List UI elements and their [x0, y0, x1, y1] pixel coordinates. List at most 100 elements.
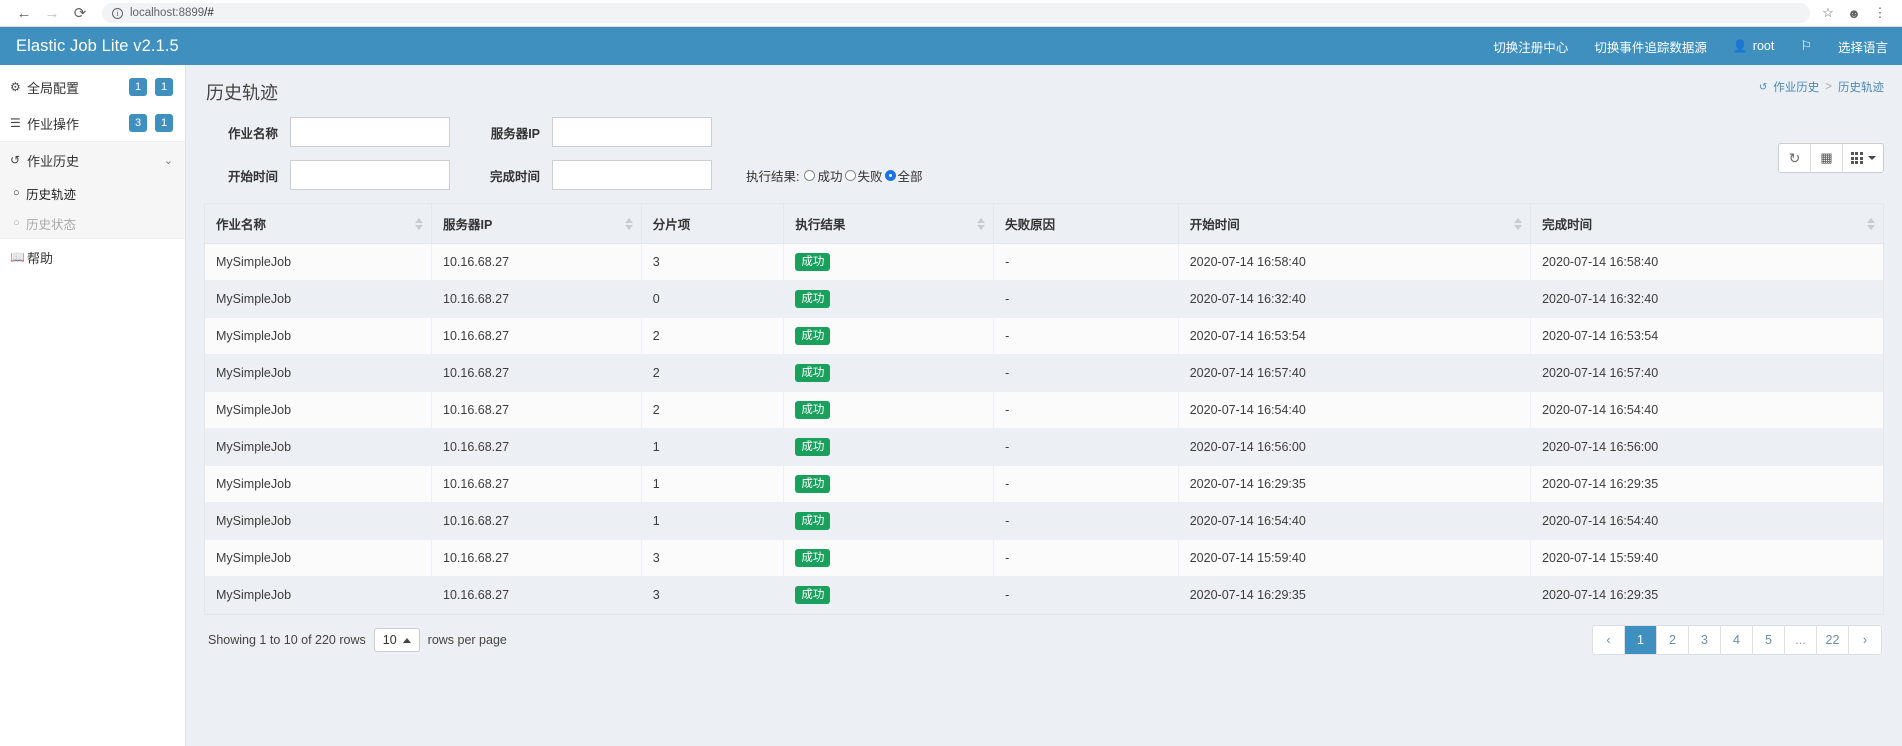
table-column-header[interactable]: 失败原因	[993, 204, 1179, 244]
table-column-header[interactable]: 执行结果	[783, 204, 995, 244]
table-row[interactable]: MySimpleJob 10.16.68.27 2 成功 -2020-07-14 16:…	[205, 354, 1883, 392]
cell-start-time: 2020-07-14 16:53:54	[1178, 317, 1532, 355]
columns-button[interactable]	[1843, 144, 1883, 172]
address-bar[interactable]: i localhost:8899/#	[102, 3, 1810, 23]
table-row[interactable]: MySimpleJob 10.16.68.27 3 成功 -2020-07-14 16:…	[205, 243, 1883, 281]
table-column-header[interactable]: 开始时间	[1178, 204, 1532, 244]
pagination-page[interactable]: 4	[1721, 626, 1753, 654]
table-row[interactable]: MySimpleJob 10.16.68.27 1 成功 -2020-07-14 16:…	[205, 428, 1883, 466]
cell-result: 成功	[783, 502, 995, 540]
radio-all[interactable]: 全部	[884, 166, 923, 185]
cell-server-ip: 10.16.68.27	[431, 502, 642, 540]
status-badge: 成功	[795, 586, 831, 604]
cell-start-time: 2020-07-14 16:29:35	[1178, 576, 1532, 614]
page-title: 历史轨迹	[206, 83, 278, 103]
nav-item-language[interactable]: 选择语言	[1838, 37, 1888, 56]
nav-item-switch-event-trace[interactable]: 切换事件追踪数据源	[1594, 37, 1707, 56]
pagination-page[interactable]: 5	[1753, 626, 1785, 654]
nav-item-user[interactable]: 👤 root	[1733, 39, 1775, 53]
table-column-header[interactable]: 分片项	[641, 204, 785, 244]
breadcrumb-parent[interactable]: 作业历史	[1773, 79, 1819, 95]
cell-result: 成功	[783, 243, 995, 281]
filter-job-name-label: 作业名称	[227, 126, 278, 141]
sidebar-item-label: 全局配置	[27, 80, 80, 96]
chevron-down-icon	[1867, 156, 1876, 160]
sidebar-item-job-history[interactable]: ↺ 作业历史 ⌄	[0, 142, 185, 178]
table-row[interactable]: MySimpleJob 10.16.68.27 0 成功 -2020-07-14 16:…	[205, 280, 1883, 318]
table-row[interactable]: MySimpleJob 10.16.68.27 3 成功 -2020-07-14 15:…	[205, 539, 1883, 577]
sidebar-badges: 3 1	[129, 114, 173, 132]
flag-icon[interactable]: ⚐	[1800, 38, 1812, 54]
cell-failure-reason: -	[993, 465, 1179, 503]
pagination-page[interactable]: 3	[1689, 626, 1721, 654]
sidebar-group-job-history: ↺ 作业历史 ⌄ ○ 历史轨迹 ○ 历史状态	[0, 141, 185, 239]
sidebar-item-job-operation[interactable]: ☰ 作业操作 3 1	[0, 105, 185, 141]
server-ip-input[interactable]	[552, 117, 712, 147]
cell-complete-time: 2020-07-14 16:57:40	[1530, 354, 1883, 392]
start-time-input[interactable]	[290, 160, 450, 190]
history-table: 作业名称 服务器IP 分片项 执行结果 失败原因 开始时间 完成时间 MySimpleJob…	[205, 204, 1883, 614]
status-badge: 成功	[795, 475, 831, 493]
cell-shard-item: 2	[641, 391, 785, 429]
pagination-page[interactable]: 2	[1657, 626, 1689, 654]
table-column-label: 服务器IP	[443, 218, 493, 232]
cell-failure-reason: -	[993, 391, 1179, 429]
toggle-view-button[interactable]: ▦	[1811, 144, 1843, 172]
table-column-header[interactable]: 完成时间	[1530, 204, 1883, 244]
forward-arrow-icon[interactable]: →	[38, 1, 66, 25]
cell-result: 成功	[783, 280, 995, 318]
sort-arrows-icon[interactable]	[977, 217, 986, 230]
sort-arrows-icon[interactable]	[1514, 217, 1523, 230]
filter-server-ip-label: 服务器IP	[490, 126, 540, 141]
cell-failure-reason: -	[993, 280, 1179, 318]
sidebar-item-history-status[interactable]: ○ 历史状态	[0, 208, 185, 238]
reload-icon[interactable]: ⟳	[66, 1, 94, 25]
chevron-down-icon[interactable]: ⌄	[164, 154, 173, 167]
page-size-select[interactable]: 10	[373, 628, 420, 652]
radio-label: 失败	[857, 169, 883, 184]
job-name-input[interactable]	[290, 117, 450, 147]
table-row[interactable]: MySimpleJob 10.16.68.27 1 成功 -2020-07-14 16:…	[205, 465, 1883, 503]
table-row[interactable]: MySimpleJob 10.16.68.27 2 成功 -2020-07-14 16:…	[205, 317, 1883, 355]
back-arrow-icon[interactable]: ←	[10, 1, 38, 25]
sidebar-item-history-trace[interactable]: ○ 历史轨迹	[0, 178, 185, 208]
sort-arrows-icon[interactable]	[1867, 217, 1875, 230]
sidebar-item-global-config[interactable]: ⚙ 全局配置 1 1	[0, 69, 185, 105]
sidebar-item-help[interactable]: 📖 帮助	[0, 239, 185, 275]
nav-item-switch-registry[interactable]: 切换注册中心	[1493, 37, 1568, 56]
site-info-icon[interactable]: i	[112, 7, 123, 19]
app-brand[interactable]: Elastic Job Lite v2.1.5	[16, 37, 179, 56]
sort-arrows-icon[interactable]	[624, 217, 633, 230]
pagination-next[interactable]: ›	[1849, 626, 1881, 654]
showing-text: Showing 1 to 10 of 220 rows	[208, 633, 366, 647]
breadcrumb: ↺ 作业历史 > 历史轨迹	[1759, 79, 1884, 95]
table-row[interactable]: MySimpleJob 10.16.68.27 2 成功 -2020-07-14 16:…	[205, 391, 1883, 429]
radio-failure[interactable]: 失败	[844, 166, 883, 185]
status-badge: 成功	[795, 512, 831, 530]
sort-arrows-icon[interactable]	[415, 217, 424, 230]
browser-menu-icon[interactable]: ⋮	[1868, 2, 1892, 24]
table-row[interactable]: MySimpleJob 10.16.68.27 3 成功 -2020-07-14 16:…	[205, 576, 1883, 614]
status-badge: 成功	[795, 327, 831, 345]
pagination-page[interactable]: ...	[1785, 626, 1817, 654]
table-row[interactable]: MySimpleJob 10.16.68.27 1 成功 -2020-07-14 16:…	[205, 502, 1883, 540]
pagination-page[interactable]: 22	[1817, 626, 1849, 654]
profile-avatar-icon[interactable]: ☻	[1842, 2, 1866, 24]
table-column-header[interactable]: 作业名称	[205, 204, 433, 244]
filter-server-ip: 服务器IP	[486, 117, 712, 147]
filter-start-time-label: 开始时间	[227, 169, 278, 184]
complete-time-input[interactable]	[552, 160, 712, 190]
cell-job-name: MySimpleJob	[205, 465, 433, 503]
pagination-page[interactable]: 1	[1625, 626, 1657, 654]
cell-complete-time: 2020-07-14 16:29:35	[1530, 465, 1883, 503]
cell-job-name: MySimpleJob	[205, 243, 433, 281]
pagination-prev[interactable]: ‹	[1593, 626, 1625, 654]
radio-success[interactable]: 成功	[804, 166, 843, 185]
bookmark-star-icon[interactable]: ☆	[1816, 2, 1840, 24]
filter-form: 作业名称 服务器IP 开始时间 完成时间 执行结果: 成功 失败 全部 ↻ ▦	[204, 117, 1884, 190]
circle-icon: ○	[13, 187, 20, 199]
refresh-button[interactable]: ↻	[1779, 144, 1811, 172]
table-column-header[interactable]: 服务器IP	[431, 204, 642, 244]
filter-row-2: 开始时间 完成时间 执行结果: 成功 失败 全部	[204, 160, 1884, 190]
page-layout: ⚙ 全局配置 1 1 ☰ 作业操作 3 1 ↺ 作业历史 ⌄ ○ 历史轨迹 ○ …	[0, 65, 1902, 746]
